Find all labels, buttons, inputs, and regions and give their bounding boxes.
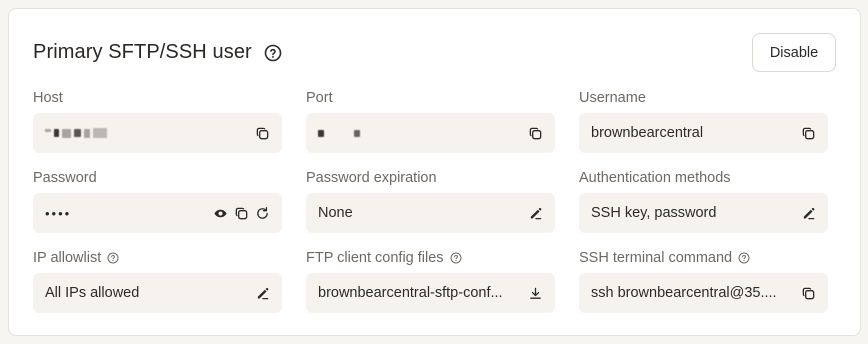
password-value: ••••	[45, 205, 72, 221]
pencil-icon[interactable]	[801, 206, 816, 221]
host-value-box[interactable]	[33, 113, 282, 153]
download-icon[interactable]	[528, 286, 543, 301]
copy-icon[interactable]	[234, 206, 249, 221]
ip-allowlist-value-box[interactable]: All IPs allowed	[33, 273, 282, 313]
auth-methods-field: Authentication methods SSH key, password	[579, 169, 828, 233]
ftp-config-label: FTP client config files	[306, 249, 555, 267]
ftp-config-value: brownbearcentral-sftp-conf...	[318, 285, 503, 301]
password-field: Password ••••	[33, 169, 282, 233]
ftp-config-label-text: FTP client config files	[306, 250, 444, 266]
pencil-icon[interactable]	[255, 286, 270, 301]
port-value-redacted	[318, 129, 520, 137]
card-header: Primary SFTP/SSH user	[33, 41, 282, 64]
ssh-command-value-box[interactable]: ssh brownbearcentral@35....	[579, 273, 828, 313]
sftp-user-card: Primary SFTP/SSH user Disable Host Port …	[8, 8, 861, 336]
pencil-icon[interactable]	[528, 206, 543, 221]
auth-methods-value-box[interactable]: SSH key, password	[579, 193, 828, 233]
ssh-command-field: SSH terminal command ssh brownbearcentra…	[579, 249, 828, 313]
refresh-icon[interactable]	[255, 206, 270, 221]
host-label: Host	[33, 90, 63, 106]
disable-button[interactable]: Disable	[752, 33, 836, 72]
auth-methods-label: Authentication methods	[579, 170, 731, 186]
password-label: Password	[33, 170, 97, 186]
password-expiration-value: None	[318, 205, 353, 221]
help-circle-icon[interactable]	[264, 44, 282, 62]
card-title: Primary SFTP/SSH user	[33, 41, 252, 63]
host-value-redacted	[45, 128, 247, 138]
eye-icon[interactable]	[213, 206, 228, 221]
username-value: brownbearcentral	[591, 125, 704, 141]
ip-allowlist-label: IP allowlist	[33, 249, 282, 267]
copy-icon[interactable]	[255, 126, 270, 141]
auth-methods-value: SSH key, password	[591, 205, 717, 221]
ip-allowlist-field: IP allowlist All IPs allowed	[33, 249, 282, 313]
password-expiration-field: Password expiration None	[306, 169, 555, 233]
copy-icon[interactable]	[528, 126, 543, 141]
password-expiration-value-box[interactable]: None	[306, 193, 555, 233]
username-label: Username	[579, 90, 646, 106]
help-circle-icon[interactable]	[450, 252, 462, 264]
ftp-config-field: FTP client config files brownbearcentral…	[306, 249, 555, 313]
copy-icon[interactable]	[801, 126, 816, 141]
ssh-command-label: SSH terminal command	[579, 249, 828, 267]
ftp-config-value-box[interactable]: brownbearcentral-sftp-conf...	[306, 273, 555, 313]
ip-allowlist-value: All IPs allowed	[45, 285, 140, 301]
password-expiration-label: Password expiration	[306, 170, 437, 186]
copy-icon[interactable]	[801, 286, 816, 301]
ip-allowlist-label-text: IP allowlist	[33, 250, 102, 266]
username-value-box[interactable]: brownbearcentral	[579, 113, 828, 153]
host-field: Host	[33, 89, 282, 153]
username-field: Username brownbearcentral	[579, 89, 828, 153]
ssh-command-value: ssh brownbearcentral@35....	[591, 285, 777, 301]
port-field: Port	[306, 89, 555, 153]
help-circle-icon[interactable]	[107, 252, 119, 264]
help-circle-icon[interactable]	[738, 252, 750, 264]
port-value-box[interactable]	[306, 113, 555, 153]
ssh-command-label-text: SSH terminal command	[579, 250, 733, 266]
password-value-box[interactable]: ••••	[33, 193, 282, 233]
port-label: Port	[306, 90, 333, 106]
